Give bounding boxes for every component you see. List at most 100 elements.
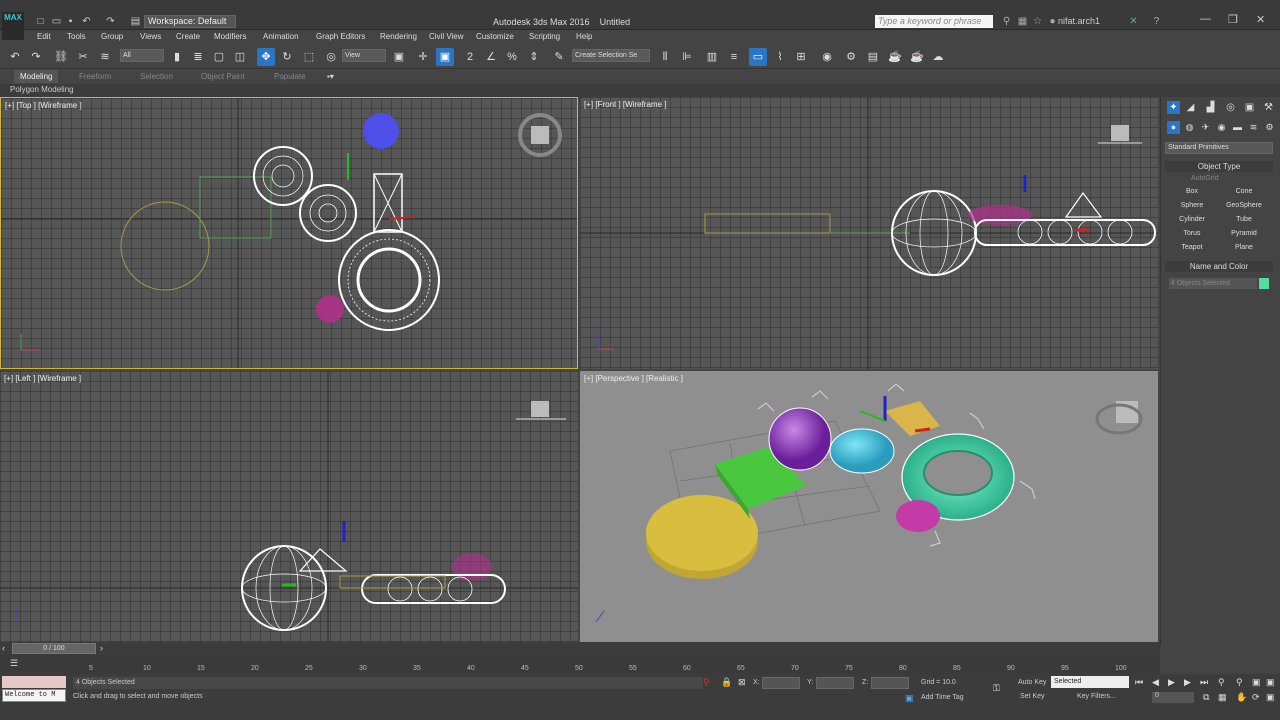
- viewport-label-top[interactable]: [+] [Top ] [Wireframe ]: [5, 101, 82, 110]
- edit-named-selection-icon[interactable]: ✎: [550, 48, 568, 66]
- shapes-icon[interactable]: ◍: [1183, 121, 1196, 134]
- tab-selection[interactable]: Selection: [140, 72, 173, 81]
- select-and-scale-icon[interactable]: ⬚: [300, 48, 318, 66]
- previous-frame-icon[interactable]: ◀: [1152, 677, 1159, 688]
- tube-button[interactable]: Tube: [1219, 214, 1269, 226]
- search-input[interactable]: Type a keyword or phrase: [875, 15, 993, 28]
- maxscript-input[interactable]: Welcome to M: [2, 689, 66, 702]
- redo-icon[interactable]: ↷: [27, 48, 45, 66]
- next-frame-icon[interactable]: ▶: [1184, 677, 1191, 688]
- workspace-dropdown[interactable]: Workspace: Default: [144, 15, 236, 28]
- toggle-ribbon-icon[interactable]: ▭: [749, 48, 767, 66]
- auto-key-button[interactable]: Auto Key: [1018, 679, 1046, 686]
- autogrid-checkbox[interactable]: AutoGrid: [1191, 175, 1219, 182]
- subscription-icon[interactable]: ▦: [1016, 15, 1029, 28]
- lights-icon[interactable]: ✈: [1199, 121, 1212, 134]
- time-slider-thumb[interactable]: 0 / 100: [12, 643, 96, 654]
- go-to-end-icon[interactable]: ⏭: [1200, 677, 1208, 688]
- absolute-mode-icon[interactable]: ⊠: [738, 677, 746, 688]
- ribbon-options-icon[interactable]: ▪▾: [327, 72, 334, 81]
- time-config-icon[interactable]: ⧉: [1203, 692, 1209, 703]
- new-scene-icon[interactable]: □: [34, 15, 47, 28]
- tab-modeling[interactable]: Modeling: [14, 70, 59, 83]
- mini-curve-editor-icon[interactable]: ☰: [10, 658, 18, 669]
- window-crossing-icon[interactable]: ◫: [231, 48, 249, 66]
- menu-tools[interactable]: Tools: [67, 32, 86, 41]
- undo-icon[interactable]: ↶: [80, 15, 93, 28]
- save-file-icon[interactable]: ▪: [64, 15, 77, 28]
- curve-editor-icon[interactable]: ⌇: [771, 48, 789, 66]
- maximize-icon[interactable]: ❐: [1228, 13, 1238, 26]
- favorites-icon[interactable]: ☆: [1031, 15, 1044, 28]
- tab-freeform[interactable]: Freeform: [79, 72, 111, 81]
- torus-button[interactable]: Torus: [1167, 228, 1217, 240]
- menu-graph-editors[interactable]: Graph Editors: [316, 32, 365, 41]
- viewport-perspective[interactable]: [+] [Perspective ] [Realistic ]: [580, 371, 1158, 642]
- plane-button[interactable]: Plane: [1219, 242, 1269, 254]
- go-to-start-icon[interactable]: ⏮: [1135, 677, 1143, 688]
- select-by-name-icon[interactable]: ≣: [189, 48, 207, 66]
- selection-lock-icon[interactable]: 🔒: [721, 677, 732, 688]
- modify-tab-icon[interactable]: ◢: [1184, 101, 1197, 114]
- zoom-extents-icon[interactable]: ▣: [1252, 677, 1261, 688]
- menu-group[interactable]: Group: [101, 32, 123, 41]
- helpers-icon[interactable]: ▬: [1231, 121, 1244, 134]
- viewport-left[interactable]: [+] [Left ] [Wireframe ]: [0, 371, 578, 642]
- set-key-icon[interactable]: ⚿: [993, 683, 1000, 694]
- name-and-color-rollout[interactable]: Name and Color: [1165, 261, 1273, 272]
- sphere-button[interactable]: Sphere: [1167, 200, 1217, 212]
- tab-object-paint[interactable]: Object Paint: [201, 72, 245, 81]
- rectangular-selection-icon[interactable]: ▢: [210, 48, 228, 66]
- render-in-cloud-icon[interactable]: ☁: [929, 48, 947, 66]
- menu-help[interactable]: Help: [576, 32, 592, 41]
- align-icon[interactable]: ⊫: [678, 48, 696, 66]
- systems-icon[interactable]: ⚙: [1263, 121, 1276, 134]
- box-button[interactable]: Box: [1167, 186, 1217, 198]
- geosphere-button[interactable]: GeoSphere: [1219, 200, 1269, 212]
- selection-filter-dropdown[interactable]: All: [120, 49, 164, 62]
- polygon-modeling-label[interactable]: Polygon Modeling: [10, 85, 74, 94]
- open-file-icon[interactable]: ▭: [50, 15, 63, 28]
- maximize-viewport-icon[interactable]: ▣: [1266, 692, 1275, 703]
- track-bar[interactable]: ☰ 5 10 15 20 25 30 35 40 45 50 55 60 65 70 75 80 85 90 95 1…: [0, 655, 1160, 674]
- object-type-rollout[interactable]: Object Type: [1165, 161, 1273, 172]
- material-editor-icon[interactable]: ◉: [818, 48, 836, 66]
- orbit-icon[interactable]: ⟳: [1252, 692, 1260, 703]
- space-warps-icon[interactable]: ≋: [1247, 121, 1260, 134]
- key-mode-dropdown[interactable]: Selected: [1051, 676, 1129, 688]
- select-and-rotate-icon[interactable]: ↻: [278, 48, 296, 66]
- select-and-place-icon[interactable]: ◎: [322, 48, 340, 66]
- named-selection-set-dropdown[interactable]: Create Selection Se: [572, 49, 650, 62]
- rendered-frame-window-icon[interactable]: ▤: [864, 48, 882, 66]
- unlink-icon[interactable]: ✂: [74, 48, 92, 66]
- viewport-top[interactable]: [+] [Top ] [Wireframe ]: [0, 97, 578, 369]
- viewport-front[interactable]: [+] [Front ] [Wireframe ]: [580, 97, 1158, 369]
- mirror-icon[interactable]: ⫴: [656, 48, 674, 66]
- keyboard-shortcut-override-icon[interactable]: ▣: [436, 48, 454, 66]
- pivot-center-icon[interactable]: ▣: [390, 48, 408, 66]
- menu-create[interactable]: Create: [176, 32, 200, 41]
- set-key-button[interactable]: Set Key: [1020, 693, 1045, 700]
- app-logo[interactable]: MAX: [2, 12, 24, 40]
- menu-customize[interactable]: Customize: [476, 32, 514, 41]
- close-icon[interactable]: ✕: [1256, 13, 1265, 26]
- object-name-field[interactable]: 4 Objects Selected: [1169, 278, 1257, 289]
- select-manipulate-icon[interactable]: ✛: [414, 48, 432, 66]
- render-iterative-icon[interactable]: ☕: [908, 48, 926, 66]
- motion-tab-icon[interactable]: ◎: [1224, 101, 1237, 114]
- bind-space-warp-icon[interactable]: ≋: [96, 48, 114, 66]
- time-tag-icon[interactable]: ▣: [905, 693, 914, 704]
- cameras-icon[interactable]: ◉: [1215, 121, 1228, 134]
- cylinder-button[interactable]: Cylinder: [1167, 214, 1217, 226]
- select-object-icon[interactable]: ▮: [168, 48, 186, 66]
- toggle-layer-explorer-icon[interactable]: ≡: [725, 48, 743, 66]
- display-tab-icon[interactable]: ▣: [1243, 101, 1256, 114]
- maxscript-listener-mini[interactable]: [2, 676, 66, 688]
- play-icon[interactable]: ▶: [1168, 677, 1175, 688]
- viewport-label-front[interactable]: [+] [Front ] [Wireframe ]: [584, 100, 666, 109]
- undo-icon[interactable]: ↶: [6, 48, 24, 66]
- slider-next-icon[interactable]: ›: [100, 643, 103, 653]
- zoom-all-icon[interactable]: ⚲: [1236, 677, 1243, 688]
- reference-coordinate-dropdown[interactable]: View: [342, 49, 386, 62]
- project-folder-icon[interactable]: ▤: [129, 15, 142, 28]
